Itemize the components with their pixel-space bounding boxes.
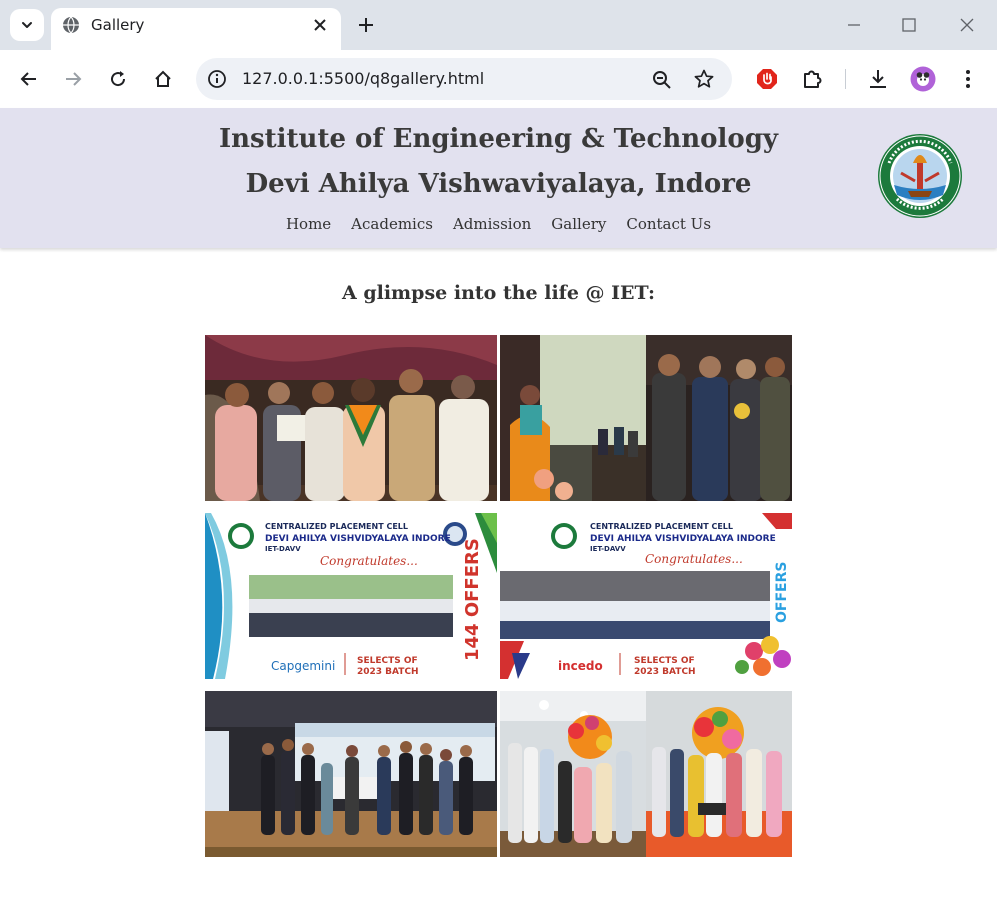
globe-icon: [63, 16, 79, 34]
poster-line: 2023 BATCH: [634, 667, 696, 677]
tab-list-button[interactable]: [10, 9, 44, 41]
page-viewport: Institute of Engineering & Technology De…: [0, 108, 997, 906]
menu-icon: [966, 70, 970, 88]
tab-close-button[interactable]: [309, 14, 331, 36]
browser-toolbar: 127.0.0.1:5500/q8gallery.html: [0, 50, 997, 108]
poster-line: DEVI AHILYA VISHVIDYALAYA INDORE: [265, 534, 451, 544]
poster-line: DEVI AHILYA VISHVIDYALAYA INDORE: [590, 534, 776, 544]
back-button[interactable]: [14, 64, 44, 94]
poster-line: incedo: [558, 659, 603, 673]
gallery-heading: A glimpse into the life @ IET:: [341, 282, 656, 304]
adblock-icon: [757, 69, 777, 89]
poster-line: IET-DAVV: [265, 545, 301, 553]
site-info-button[interactable]: [206, 68, 228, 90]
reload-button[interactable]: [103, 64, 133, 94]
toolbar-separator: [845, 69, 846, 89]
url-text[interactable]: 127.0.0.1:5500/q8gallery.html: [242, 69, 484, 88]
tab-list-icon: [22, 22, 32, 28]
gallery-photo-award-ceremony[interactable]: [205, 335, 497, 501]
poster-line: 144 OFFERS: [462, 538, 483, 661]
nav-gallery[interactable]: Gallery: [551, 215, 606, 233]
forward-icon: [66, 72, 82, 86]
minimize-icon: [848, 24, 860, 26]
profile-button[interactable]: [908, 64, 938, 94]
poster-line: 2023 BATCH: [357, 667, 419, 677]
poster-line: Congratulates...: [320, 554, 418, 568]
info-icon: [208, 70, 226, 88]
gallery-photo-placement-incedo[interactable]: CENTRALIZED PLACEMENT CELL DEVI AHILYA V…: [500, 513, 792, 679]
institute-title: Institute of Engineering & Technology: [218, 124, 779, 154]
gallery-photo-cultural-celebration[interactable]: [500, 691, 792, 857]
gallery-photo-placement-capgemini[interactable]: CENTRALIZED PLACEMENT CELL DEVI AHILYA V…: [205, 513, 497, 679]
browser-tab-strip: Gallery: [0, 0, 997, 50]
extensions-button[interactable]: [797, 64, 827, 94]
poster-line: SELECTS OF: [634, 656, 695, 666]
address-bar[interactable]: 127.0.0.1:5500/q8gallery.html: [196, 58, 732, 100]
poster-line: Capgemini: [271, 659, 335, 673]
adblock-extension-button[interactable]: [752, 64, 782, 94]
active-tab[interactable]: Gallery: [51, 8, 341, 50]
minimize-button[interactable]: [843, 14, 865, 36]
nav-contact-us[interactable]: Contact Us: [626, 215, 711, 233]
home-button[interactable]: [148, 64, 178, 94]
nav-academics[interactable]: Academics: [351, 215, 433, 233]
downloads-button[interactable]: [863, 64, 893, 94]
nav-admission[interactable]: Admission: [453, 215, 531, 233]
home-icon: [155, 70, 171, 87]
poster-line: Congratulates...: [645, 552, 743, 566]
site-header: Institute of Engineering & Technology De…: [0, 108, 997, 248]
profile-icon: [910, 66, 936, 92]
poster-line: SELECTS OF: [357, 656, 418, 666]
bookmark-button[interactable]: [692, 67, 716, 91]
window-close-icon: [960, 18, 974, 32]
download-icon: [870, 70, 886, 88]
poster-line: IET-DAVV: [590, 545, 626, 553]
extensions-icon: [804, 70, 822, 88]
poster-line: CENTRALIZED PLACEMENT CELL: [590, 522, 733, 531]
star-icon: [694, 69, 714, 88]
zoom-icon: [653, 71, 671, 89]
gallery-photo-hackathon-winners[interactable]: [205, 691, 497, 857]
maximize-button[interactable]: [898, 14, 920, 36]
plus-icon: [359, 18, 373, 32]
poster-line: CENTRALIZED PLACEMENT CELL: [265, 522, 408, 531]
zoom-button[interactable]: [650, 68, 674, 92]
close-icon: [314, 19, 326, 31]
forward-button[interactable]: [58, 64, 88, 94]
university-logo: [878, 134, 962, 218]
main-nav: Home Academics Admission Gallery Contact…: [0, 215, 997, 233]
reload-icon: [111, 71, 126, 87]
gallery-photo-seminar-felicitation[interactable]: [500, 335, 792, 501]
maximize-icon: [902, 18, 916, 32]
nav-home[interactable]: Home: [286, 215, 331, 233]
new-tab-button[interactable]: [354, 13, 378, 37]
back-icon: [20, 72, 36, 86]
poster-line: OFFERS: [774, 562, 790, 623]
window-close-button[interactable]: [956, 14, 978, 36]
tab-title: Gallery: [91, 16, 145, 34]
university-title: Devi Ahilya Vishwaviyalaya, Indore: [245, 169, 752, 199]
browser-menu-button[interactable]: [953, 64, 983, 94]
